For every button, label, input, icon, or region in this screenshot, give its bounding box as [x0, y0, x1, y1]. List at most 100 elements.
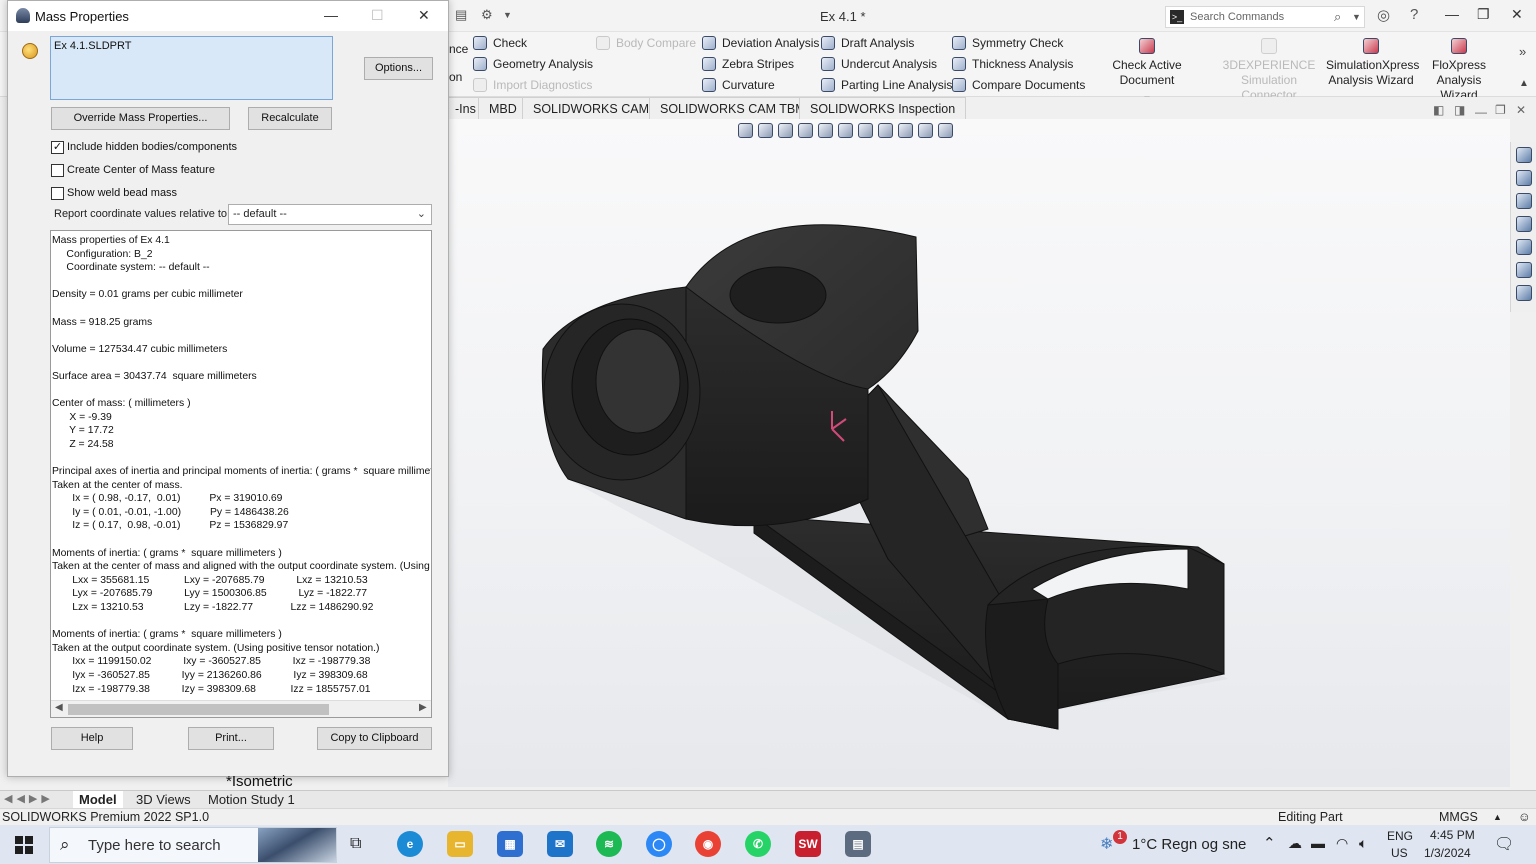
- import-diagnostics-button[interactable]: Import Diagnostics: [473, 76, 592, 94]
- scroll-thumb[interactable]: [68, 704, 329, 715]
- search-dropdown-icon[interactable]: ▼: [1352, 12, 1361, 22]
- checkbox-unchecked[interactable]: [51, 163, 64, 177]
- messenger-icon[interactable]: ◯: [646, 831, 672, 857]
- part-model[interactable]: [448, 119, 1510, 787]
- help-icon[interactable]: ?: [1410, 6, 1418, 23]
- zebra-stripes-button[interactable]: Zebra Stripes: [702, 55, 794, 73]
- panel-toggle-icon[interactable]: ▤: [455, 8, 469, 22]
- battery-icon[interactable]: ▬: [1311, 835, 1325, 851]
- tray-chevron-up-icon[interactable]: ⌃: [1263, 834, 1276, 852]
- parting-line-analysis-button[interactable]: Parting Line Analysis: [821, 76, 952, 94]
- simulation-connector-button[interactable]: 3DEXPERIENCE Simulation Connector: [1212, 34, 1326, 103]
- clock-time[interactable]: 4:45 PM: [1430, 828, 1475, 842]
- graphics-area[interactable]: ◧ ◨ — ❐ ✕: [448, 103, 1526, 787]
- show-weld-bead-checkbox[interactable]: Show weld bead mass: [51, 185, 177, 201]
- body-compare-button[interactable]: Body Compare: [596, 34, 696, 52]
- viewport-restore-icon[interactable]: ❐: [1495, 103, 1506, 117]
- windows-start-icon[interactable]: [15, 836, 33, 854]
- dialog-close-icon[interactable]: ✕: [418, 7, 430, 24]
- scroll-right-icon[interactable]: ▶: [419, 702, 427, 713]
- viewport-close-icon[interactable]: ✕: [1516, 103, 1526, 117]
- viewport-minimize-icon[interactable]: —: [1475, 105, 1487, 119]
- checkbox-checked[interactable]: ✓: [51, 140, 64, 154]
- help-button[interactable]: Help: [51, 727, 133, 750]
- coordinate-system-select[interactable]: -- default -- ⌄: [228, 204, 432, 225]
- design-library-icon[interactable]: [1515, 193, 1532, 209]
- taskbar-search-input[interactable]: ⌕ Type here to search: [49, 827, 337, 863]
- print-button[interactable]: Print...: [188, 727, 274, 750]
- chrome-icon[interactable]: ◉: [695, 831, 721, 857]
- ribbon-more-icon[interactable]: »: [1519, 44, 1526, 59]
- tab-3d-views[interactable]: 3D Views: [130, 791, 197, 809]
- appearances-icon[interactable]: [1515, 262, 1532, 278]
- chevron-down-icon[interactable]: ▼: [503, 8, 517, 22]
- file-explorer-icon[interactable]: [1515, 216, 1532, 232]
- weather-text[interactable]: 1°C Regn og sne: [1132, 836, 1246, 853]
- units-selector[interactable]: MMGS: [1439, 810, 1478, 824]
- tab-solidworks-cam-tbm[interactable]: SOLIDWORKS CAM TBM: [649, 97, 817, 119]
- onedrive-icon[interactable]: ☁: [1288, 835, 1302, 852]
- edge-icon[interactable]: e: [397, 831, 423, 857]
- tab-model[interactable]: Model: [73, 791, 123, 809]
- options-button[interactable]: Options...: [364, 57, 433, 80]
- simulationxpress-button[interactable]: SimulationXpress Analysis Wizard: [1326, 34, 1419, 88]
- mail-icon[interactable]: ✉: [547, 831, 573, 857]
- symmetry-check-button[interactable]: Symmetry Check: [952, 34, 1063, 52]
- search-commands-input[interactable]: >_ Search Commands ⌕ ▼: [1165, 6, 1365, 28]
- task-view-icon[interactable]: ⧉: [350, 835, 361, 853]
- undercut-analysis-button[interactable]: Undercut Analysis: [821, 55, 937, 73]
- floxpress-button[interactable]: FloXpress Analysis Wizard: [1418, 34, 1500, 103]
- calculator-icon[interactable]: ▤: [845, 831, 871, 857]
- deviation-analysis-button[interactable]: Deviation Analysis: [702, 34, 819, 52]
- include-hidden-checkbox[interactable]: ✓ Include hidden bodies/components: [51, 139, 237, 155]
- close-icon[interactable]: ✕: [1511, 6, 1523, 23]
- check-button[interactable]: Check: [473, 34, 527, 52]
- user-icon[interactable]: ◎: [1377, 6, 1390, 24]
- tab-mbd[interactable]: MBD: [478, 97, 528, 119]
- whatsapp-icon[interactable]: ✆: [745, 831, 771, 857]
- tile-icon[interactable]: ◧: [1433, 103, 1444, 117]
- notifications-icon[interactable]: 🗨︎: [1494, 834, 1514, 854]
- language-indicator[interactable]: ENG: [1387, 829, 1413, 843]
- spotify-icon[interactable]: ≋: [596, 831, 622, 857]
- home-icon[interactable]: [1515, 170, 1532, 186]
- horizontal-scrollbar[interactable]: ◀ ▶: [51, 700, 431, 717]
- scroll-left-icon[interactable]: ◀: [55, 702, 63, 713]
- gear-icon[interactable]: ⚙: [481, 8, 495, 22]
- volume-icon[interactable]: 🔈︎: [1359, 835, 1367, 852]
- weather-icon[interactable]: ❄: [1100, 834, 1113, 854]
- tab-solidworks-cam[interactable]: SOLIDWORKS CAM: [522, 97, 660, 119]
- clock-date[interactable]: 1/3/2024: [1424, 846, 1471, 860]
- geometry-analysis-button[interactable]: Geometry Analysis: [473, 55, 593, 73]
- curvature-button[interactable]: Curvature: [702, 76, 775, 94]
- keyboard-layout[interactable]: US: [1391, 846, 1408, 860]
- microsoft-store-icon[interactable]: ▦: [497, 831, 523, 857]
- recalculate-button[interactable]: Recalculate: [248, 107, 332, 130]
- dialog-minimize-icon[interactable]: —: [324, 7, 338, 23]
- tab-solidworks-inspection[interactable]: SOLIDWORKS Inspection: [799, 97, 967, 119]
- compare-documents-button[interactable]: Compare Documents: [952, 76, 1085, 94]
- search-icon[interactable]: ⌕: [1334, 9, 1341, 25]
- solidworks-resources-icon[interactable]: [1515, 147, 1532, 163]
- quick-tips-icon[interactable]: ☺: [1518, 810, 1531, 824]
- tab-motion-study-1[interactable]: Motion Study 1: [202, 791, 301, 809]
- thickness-analysis-button[interactable]: Thickness Analysis: [952, 55, 1073, 73]
- minimize-icon[interactable]: —: [1445, 6, 1459, 22]
- ribbon-collapse-icon[interactable]: ▲: [1519, 78, 1529, 89]
- view-palette-icon[interactable]: [1515, 239, 1532, 255]
- tab-nav-arrows-icon[interactable]: ◀◀▶▶: [4, 792, 54, 805]
- copy-to-clipboard-button[interactable]: Copy to Clipboard: [317, 727, 432, 750]
- wifi-icon[interactable]: ◠: [1336, 835, 1348, 852]
- create-center-of-mass-checkbox[interactable]: Create Center of Mass feature: [51, 162, 215, 178]
- mass-properties-results[interactable]: Mass properties of Ex 4.1 Configuration:…: [50, 230, 432, 718]
- custom-properties-icon[interactable]: [1515, 285, 1532, 301]
- override-mass-properties-button[interactable]: Override Mass Properties...: [51, 107, 230, 130]
- draft-analysis-button[interactable]: Draft Analysis: [821, 34, 914, 52]
- selected-item[interactable]: Ex 4.1.SLDPRT: [54, 40, 131, 52]
- tile-icon-2[interactable]: ◨: [1454, 103, 1465, 117]
- solidworks-icon[interactable]: SW: [795, 831, 821, 857]
- file-explorer-icon[interactable]: ▭: [447, 831, 473, 857]
- restore-icon[interactable]: ❐: [1477, 6, 1490, 23]
- selected-items-list[interactable]: Ex 4.1.SLDPRT: [50, 36, 333, 100]
- checkbox-unchecked[interactable]: [51, 186, 64, 200]
